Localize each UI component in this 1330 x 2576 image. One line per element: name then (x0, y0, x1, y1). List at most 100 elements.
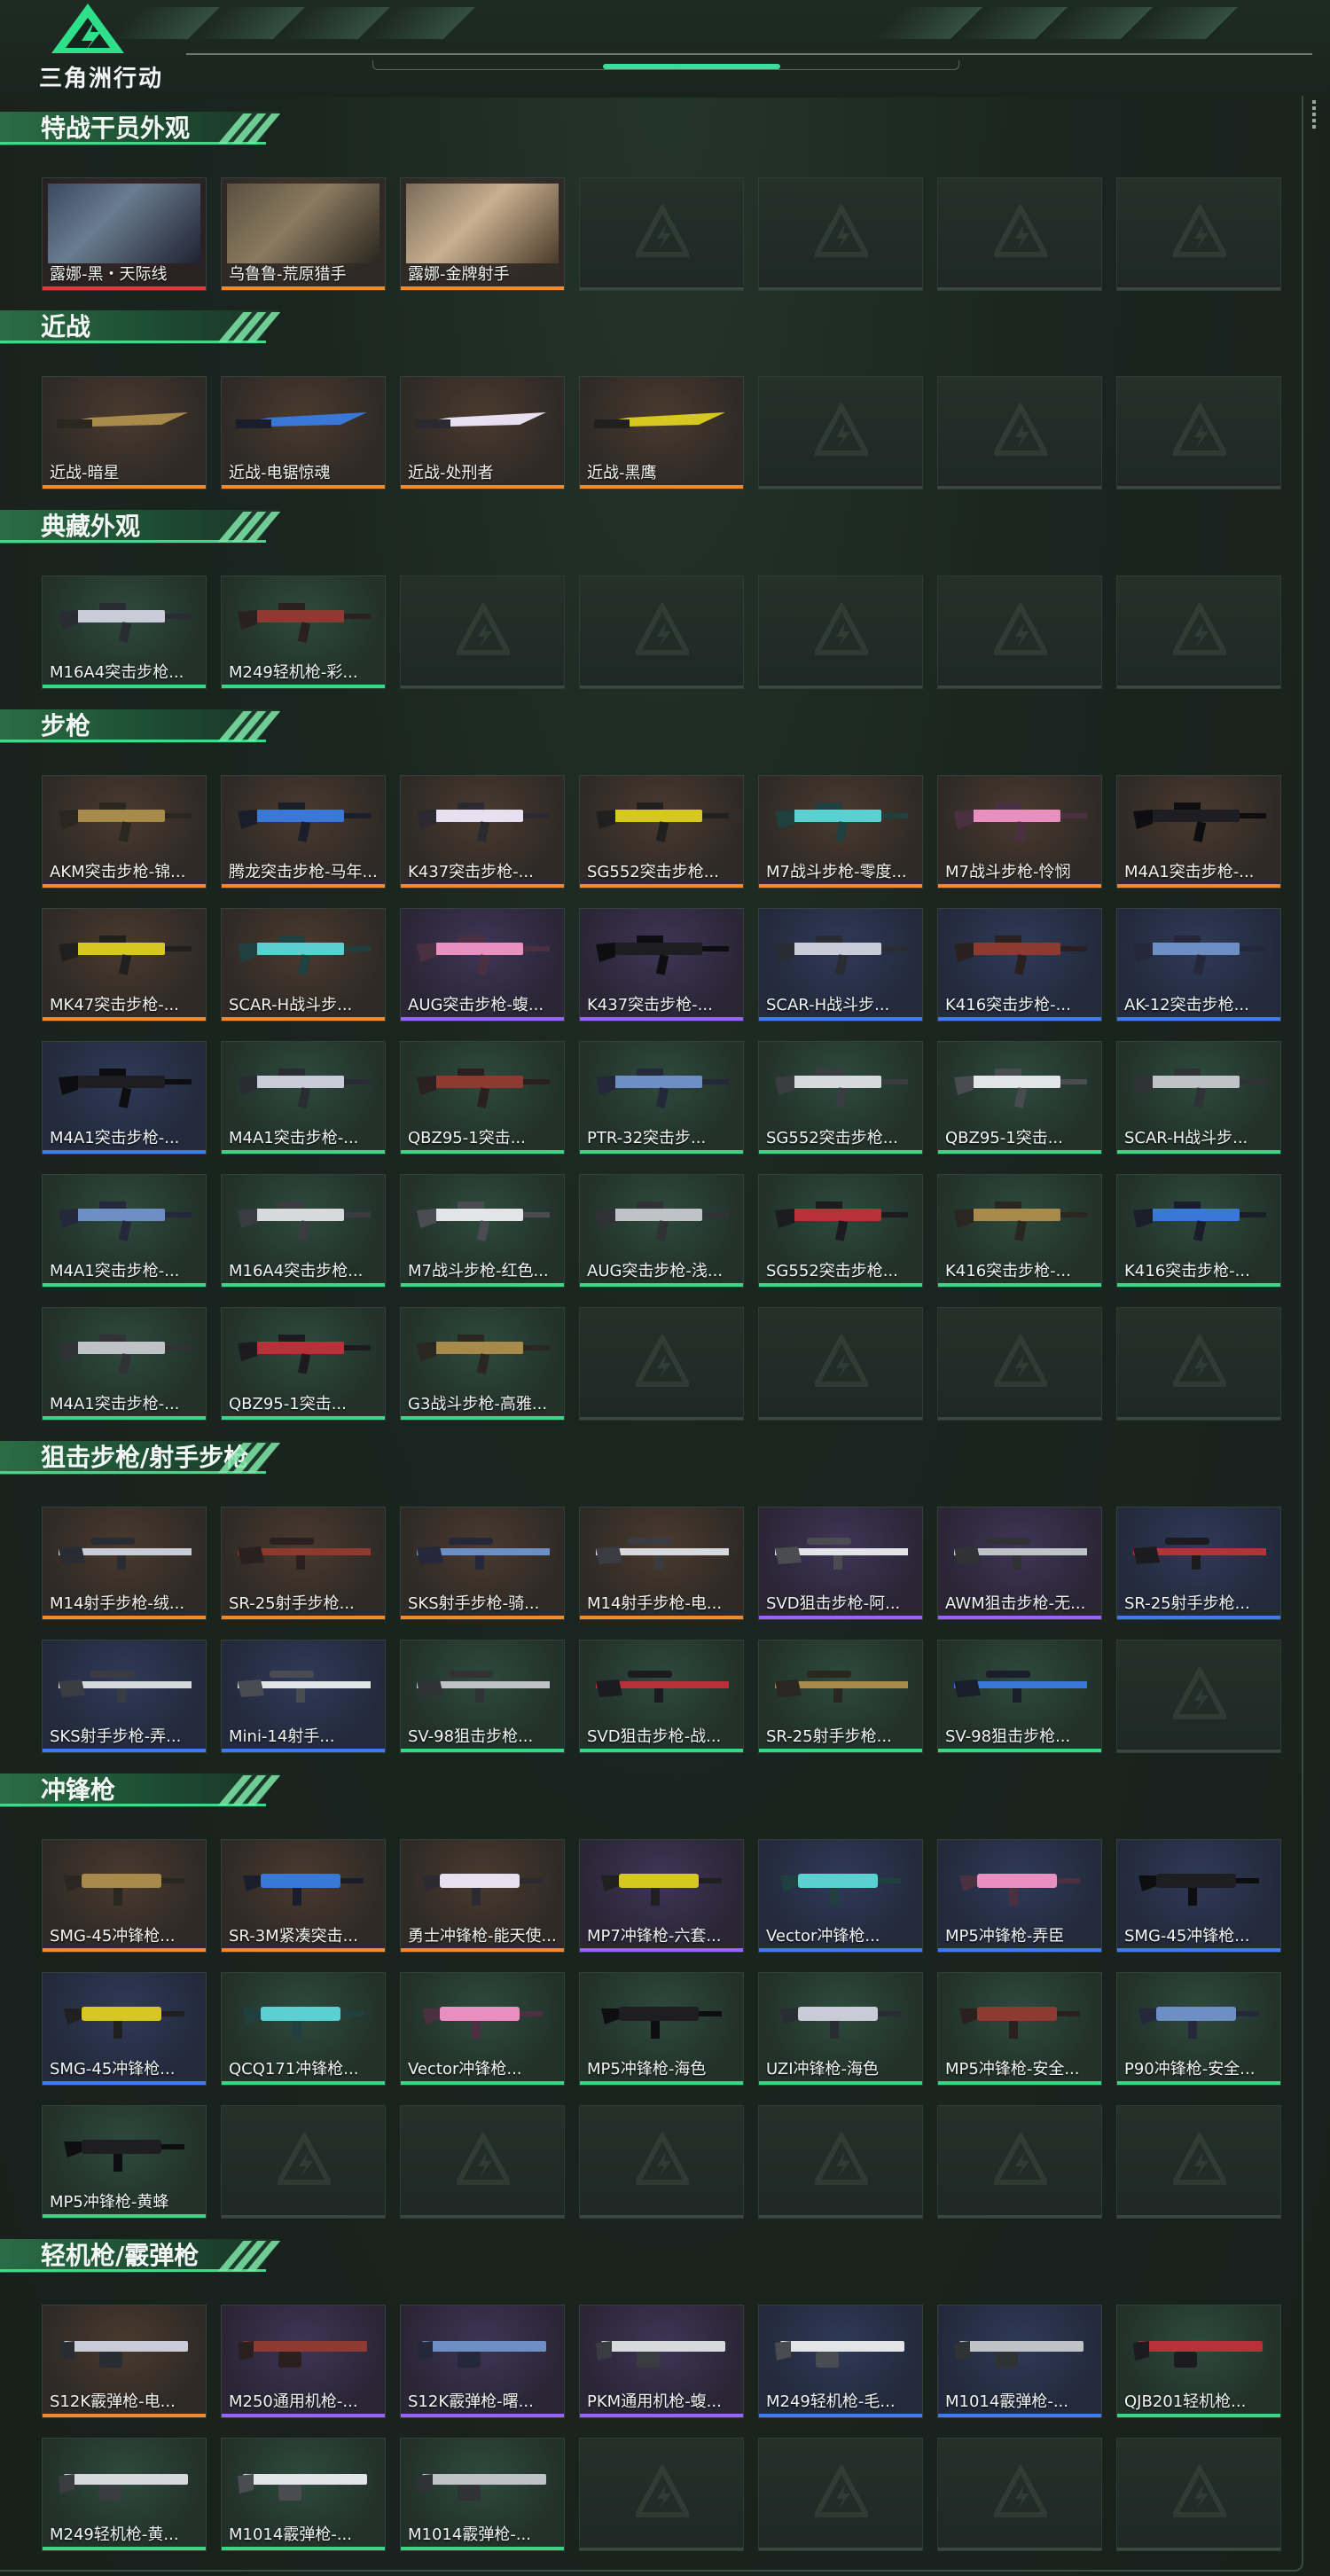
skin-card[interactable]: SG552突击步枪... (579, 775, 744, 889)
skin-card[interactable]: SCAR-H战斗步... (221, 908, 386, 1022)
skin-card[interactable]: M14射手步枪-绒... (42, 1507, 207, 1620)
skin-card[interactable]: PTR-32突击步... (579, 1041, 744, 1155)
skin-card[interactable]: MP7冲锋枪-六套... (579, 1839, 744, 1953)
skin-card[interactable]: AK-12突击步枪... (1116, 908, 1281, 1022)
empty-slot (400, 2105, 565, 2219)
skin-card[interactable]: Vector冲锋枪... (400, 1972, 565, 2086)
skin-card[interactable]: S12K霰弹枪-曙... (400, 2305, 565, 2418)
skin-card[interactable]: SV-98狙击步枪... (400, 1640, 565, 1753)
empty-slot (937, 177, 1102, 291)
skin-card[interactable]: AUG突击步枪-浅... (579, 1174, 744, 1288)
section-title: 步枪 (41, 711, 91, 740)
skin-card[interactable]: SMG-45冲锋枪... (42, 1839, 207, 1953)
skin-card[interactable]: SVD狙击步枪-阿... (758, 1507, 923, 1620)
skin-card[interactable]: 近战-黑鹰 (579, 376, 744, 489)
skin-card[interactable]: M16A4突击步枪... (42, 575, 207, 689)
skin-card[interactable]: M7战斗步枪-红色... (400, 1174, 565, 1288)
skin-card[interactable]: SR-25射手步枪... (758, 1640, 923, 1753)
skin-card[interactable]: SKS射手步枪-骑... (400, 1507, 565, 1620)
skin-card[interactable]: M1014霰弹枪-... (221, 2438, 386, 2551)
skin-card[interactable]: SG552突击步枪... (758, 1041, 923, 1155)
skin-name: MP5冲锋枪-黄蜂 (50, 2193, 169, 2212)
smg-weapon-icon (780, 2007, 901, 2039)
skin-card[interactable]: S12K霰弹枪-电... (42, 2305, 207, 2418)
skin-card[interactable]: Vector冲锋枪... (758, 1839, 923, 1953)
skin-card[interactable]: MP5冲锋枪-海色 (579, 1972, 744, 2086)
slot-underline (1117, 1417, 1280, 1420)
skin-card[interactable]: MP5冲锋枪-弄臣 (937, 1839, 1102, 1953)
skin-card[interactable]: QBZ95-1突击... (221, 1307, 386, 1421)
skin-card[interactable]: 乌鲁鲁-荒原猎手 (221, 177, 386, 291)
skin-card[interactable]: M4A1突击步枪-... (42, 1041, 207, 1155)
skin-card[interactable]: 近战-电锯惊魂 (221, 376, 386, 489)
rifle-weapon-icon (954, 1202, 1087, 1241)
skin-card[interactable]: M16A4突击步枪... (221, 1174, 386, 1288)
skin-card[interactable]: M4A1突击步枪-... (221, 1041, 386, 1155)
skin-card[interactable]: 近战-处刑者 (400, 376, 565, 489)
skin-card[interactable]: 近战-暗星 (42, 376, 207, 489)
skin-card[interactable]: M7战斗步枪-零度... (758, 775, 923, 889)
skin-card[interactable]: M249轻机枪-黄... (42, 2438, 207, 2551)
skin-card[interactable]: 勇士冲锋枪-能天使... (400, 1839, 565, 1953)
rarity-stripe (759, 1948, 922, 1952)
skin-card[interactable]: 露娜-金牌射手 (400, 177, 565, 291)
skin-card[interactable]: K416突击步枪-... (937, 1174, 1102, 1288)
skin-card[interactable]: M7战斗步枪-怜悯 (937, 775, 1102, 889)
skin-card[interactable]: M1014霰弹枪-... (937, 2305, 1102, 2418)
skin-card[interactable]: QBZ95-1突击... (400, 1041, 565, 1155)
skin-card[interactable]: MP5冲锋枪-黄蜂 (42, 2105, 207, 2219)
skin-card[interactable]: M249轻机枪-毛... (758, 2305, 923, 2418)
rifle-weapon-icon (1133, 1202, 1266, 1241)
skin-card[interactable]: MK47突击步枪-... (42, 908, 207, 1022)
skin-card[interactable]: K416突击步枪-... (937, 908, 1102, 1022)
skin-card[interactable]: SVD狙击步枪-战... (579, 1640, 744, 1753)
skin-card[interactable]: AWM狙击步枪-无... (937, 1507, 1102, 1620)
rifle-weapon-icon (1133, 1069, 1266, 1108)
skin-card[interactable]: SV-98狙击步枪... (937, 1640, 1102, 1753)
skin-card[interactable]: SR-3M紧凑突击... (221, 1839, 386, 1953)
skin-card[interactable]: G3战斗步枪-高雅... (400, 1307, 565, 1421)
rarity-stripe (580, 2081, 743, 2085)
skin-card[interactable]: SCAR-H战斗步... (758, 908, 923, 1022)
skin-card[interactable]: AKM突击步枪-锦... (42, 775, 207, 889)
rarity-stripe (580, 1616, 743, 1619)
skin-card[interactable]: SR-25射手步枪... (1116, 1507, 1281, 1620)
skin-card[interactable]: SR-25射手步枪... (221, 1507, 386, 1620)
skin-card[interactable]: M249轻机枪-彩... (221, 575, 386, 689)
rarity-stripe (222, 1749, 385, 1752)
skin-card[interactable]: 露娜-黑・天际线 (42, 177, 207, 291)
skin-card[interactable]: PKM通用机枪-蝮... (579, 2305, 744, 2418)
skin-card[interactable]: 腾龙突击步枪-马年... (221, 775, 386, 889)
skin-card[interactable]: QCQ171冲锋枪... (221, 1972, 386, 2086)
skin-card[interactable]: MP5冲锋枪-安全... (937, 1972, 1102, 2086)
skin-card[interactable]: M4A1突击步枪-... (42, 1307, 207, 1421)
skin-card[interactable]: AUG突击步枪-蝮... (400, 908, 565, 1022)
skin-card[interactable]: SMG-45冲锋枪... (1116, 1839, 1281, 1953)
skin-card[interactable]: QJB201轻机枪... (1116, 2305, 1281, 2418)
skin-name: Mini-14射手... (229, 1727, 335, 1746)
rarity-stripe (222, 286, 385, 290)
skin-card[interactable]: M1014霰弹枪-... (400, 2438, 565, 2551)
skin-card[interactable]: SG552突击步枪... (758, 1174, 923, 1288)
rarity-stripe (938, 1150, 1101, 1154)
skin-card[interactable]: M250通用机枪-... (221, 2305, 386, 2418)
delta-watermark-icon (636, 205, 689, 257)
skin-card[interactable]: SCAR-H战斗步... (1116, 1041, 1281, 1155)
sniper-weapon-icon (417, 1538, 550, 1570)
skin-card[interactable]: UZI冲锋枪-海色 (758, 1972, 923, 2086)
scrollbar-handle[interactable] (1312, 98, 1318, 131)
skin-card[interactable]: K416突击步枪-... (1116, 1174, 1281, 1288)
skin-card[interactable]: SMG-45冲锋枪... (42, 1972, 207, 2086)
rifle-weapon-icon (775, 936, 908, 975)
skin-card[interactable]: K437突击步枪-... (579, 908, 744, 1022)
operator-portrait (48, 184, 200, 263)
lmg-weapon-icon (59, 2341, 188, 2368)
skin-card[interactable]: P90冲锋枪-安全... (1116, 1972, 1281, 2086)
skin-card[interactable]: QBZ95-1突击... (937, 1041, 1102, 1155)
skin-card[interactable]: M14射手步枪-电... (579, 1507, 744, 1620)
skin-card[interactable]: SKS射手步枪-弄... (42, 1640, 207, 1753)
skin-card[interactable]: K437突击步枪-... (400, 775, 565, 889)
skin-card[interactable]: M4A1突击步枪-... (1116, 775, 1281, 889)
skin-card[interactable]: M4A1突击步枪-... (42, 1174, 207, 1288)
skin-card[interactable]: Mini-14射手... (221, 1640, 386, 1753)
